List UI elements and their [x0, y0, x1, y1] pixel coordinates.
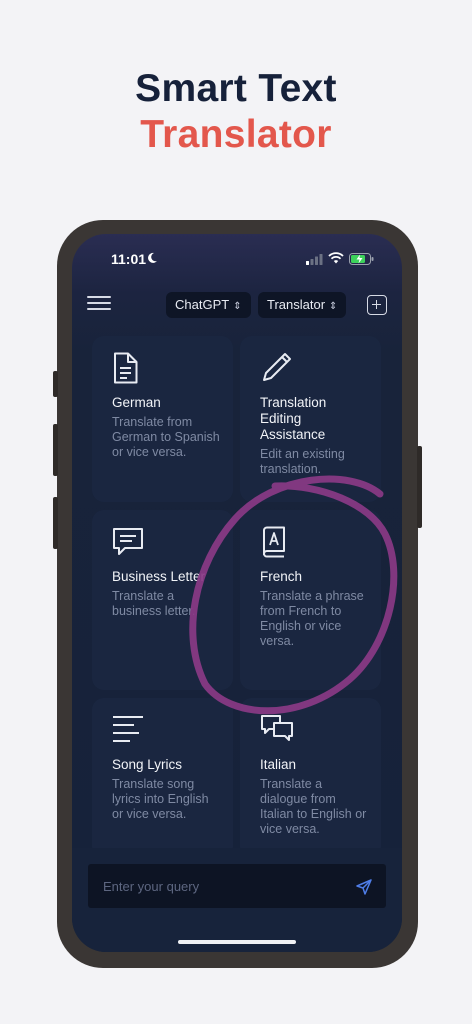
document-icon: [112, 352, 221, 386]
headline-line-1: Smart Text: [135, 67, 337, 110]
status-time: 11:01: [111, 251, 147, 267]
card-title: French: [260, 569, 303, 584]
speech-bubbles-icon: [260, 714, 369, 748]
silent-switch: [53, 371, 58, 397]
app-screen: 11:01 ChatGPT ⇕ Translator ⇕ German Tran…: [72, 234, 402, 952]
query-input[interactable]: [88, 864, 328, 908]
moon-icon: [148, 252, 157, 263]
chevron-updown-icon: ⇕: [329, 301, 338, 312]
volume-up-button: [53, 424, 58, 476]
lines-icon: [112, 714, 221, 748]
model-selector-label: ChatGPT: [175, 297, 230, 312]
home-indicator: [178, 940, 296, 944]
dictionary-icon: [260, 526, 369, 560]
card-title: Italian: [260, 757, 297, 772]
new-chat-button[interactable]: [367, 295, 387, 315]
card-description: Edit an existing translation.: [260, 447, 345, 476]
mode-selector[interactable]: Translator ⇕: [258, 292, 347, 318]
model-selector[interactable]: ChatGPT ⇕: [166, 292, 251, 318]
menu-button[interactable]: [87, 296, 111, 312]
chevron-updown-icon: ⇕: [233, 301, 242, 312]
pencil-icon: [260, 352, 369, 386]
query-bar: [88, 864, 386, 908]
prompt-card-italian[interactable]: Italian Translate a dialogue from Italia…: [240, 698, 381, 858]
mode-selector-label: Translator: [267, 297, 326, 312]
card-description: Translate a phrase from French to Englis…: [260, 589, 364, 648]
headline: Smart Text Translator: [0, 66, 472, 158]
card-description: Translate a business letter.: [112, 589, 196, 618]
volume-down-button: [53, 497, 58, 549]
prompt-card-business-letter[interactable]: Business Letter Translate a business let…: [92, 510, 233, 690]
wifi-icon: [328, 252, 344, 264]
prompt-card-translation-editing[interactable]: Translation Editing Assistance Edit an e…: [240, 336, 381, 502]
card-title: Translation Editing Assistance: [260, 395, 327, 442]
card-description: Translate song lyrics into English or vi…: [112, 777, 209, 821]
headline-line-2: Translator: [140, 113, 332, 156]
card-title: Song Lyrics: [112, 757, 183, 772]
power-button: [417, 446, 422, 528]
send-icon[interactable]: [356, 879, 372, 895]
battery-charging-icon: [349, 253, 374, 265]
card-title: German: [112, 395, 161, 410]
prompt-card-german[interactable]: German Translate from German to Spanish …: [92, 336, 233, 502]
prompt-card-song-lyrics[interactable]: Song Lyrics Translate song lyrics into E…: [92, 698, 233, 858]
card-description: Translate from German to Spanish or vice…: [112, 415, 220, 459]
prompt-card-french[interactable]: French Translate a phrase from French to…: [240, 510, 381, 690]
card-title: Business Letter: [112, 569, 206, 584]
card-description: Translate a dialogue from Italian to Eng…: [260, 777, 367, 836]
cellular-signal-icon: [306, 254, 323, 265]
chat-bubble-icon: [112, 526, 221, 560]
